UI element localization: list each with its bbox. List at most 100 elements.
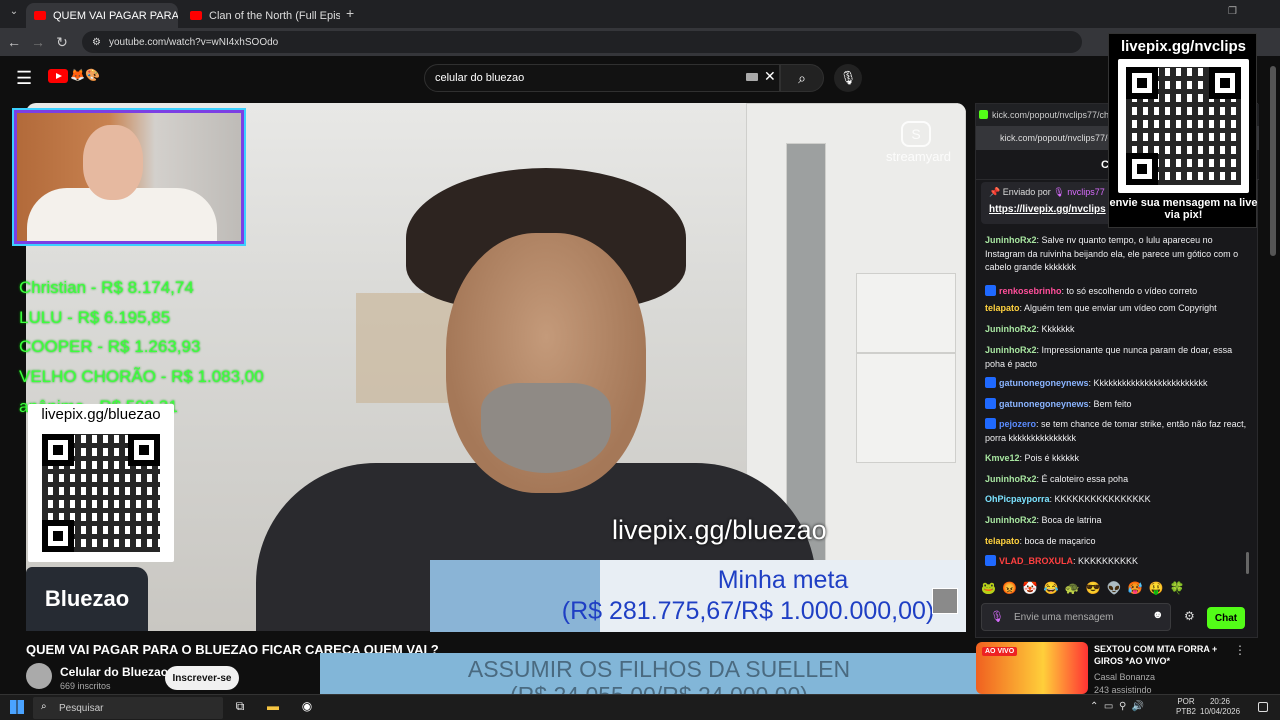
emote-icon[interactable]: 🤡 — [1023, 581, 1038, 597]
start-button[interactable] — [10, 700, 24, 714]
chat-text: : Kkkkkkkkkkkkkkkkkkkkkkkkk — [1088, 378, 1208, 388]
taskbar-search-placeholder: Pesquisar — [59, 702, 104, 714]
streamyard-watermark: S streamyard — [886, 121, 951, 164]
notification-icon[interactable] — [1258, 702, 1268, 712]
channel-name[interactable]: Celular do Bluezao — [60, 665, 168, 679]
search-value: celular do bluezao — [435, 72, 525, 84]
task-view-icon[interactable]: ⧉ — [231, 699, 249, 715]
chat-message: Kmve12: Pois é kkkkkk — [985, 452, 1247, 466]
goal-thumbnail — [932, 588, 958, 614]
chat-scrollbar[interactable] — [1246, 552, 1249, 574]
menu-icon[interactable]: ☰ — [16, 68, 32, 89]
site-info-icon[interactable]: ⚙ — [92, 37, 101, 48]
emote-icon[interactable]: 👽 — [1107, 581, 1122, 597]
subscribe-button[interactable]: Inscrever-se — [165, 666, 239, 690]
youtube-favicon-icon — [34, 11, 46, 20]
chat-username[interactable]: telapato — [985, 303, 1020, 313]
chat-message: OhPicpayporra: KKKKKKKKKKKKKKKK — [985, 493, 1247, 507]
browser-tab-bar: ⌄ QUEM VAI PAGAR PARA O B ✕ Clan of the … — [0, 0, 1280, 28]
file-explorer-icon[interactable]: ▬ — [264, 699, 282, 715]
donation-entry: LULU - R$ 6.195,85 — [19, 308, 171, 327]
emoji-picker-icon[interactable]: ☻ — [1152, 609, 1164, 621]
chat-message: gatunonegoneynews: Kkkkkkkkkkkkkkkkkkkkk… — [985, 377, 1247, 391]
recommended-title[interactable]: SEXTOU COM MTA FORRA + GIROS *AO VIVO* — [1094, 643, 1224, 667]
channel-avatar[interactable] — [26, 663, 52, 689]
emote-icon[interactable]: 🥵 — [1128, 581, 1143, 597]
forward-icon[interactable]: → — [26, 34, 50, 50]
emote-icon[interactable]: 🐢 — [1065, 581, 1080, 597]
window-restore-icon[interactable]: ❐ — [1228, 6, 1237, 17]
streamer-name-card: Bluezao — [26, 567, 148, 631]
chat-username[interactable]: Kmve12 — [985, 453, 1020, 463]
language-indicator[interactable]: POR PTB2 — [1176, 697, 1196, 717]
more-options-icon[interactable]: ⋮ — [1234, 643, 1246, 657]
qr-finder — [1209, 67, 1241, 99]
chat-message: JuninhoRx2: Boca de latrina — [985, 514, 1247, 528]
url-bar[interactable]: ⚙ youtube.com/watch?v=wNI4xhSOOdo — [82, 31, 1082, 53]
system-tray[interactable]: ⌃ ▭ ⚲ 🔊 — [1090, 701, 1144, 712]
page-scrollbar[interactable] — [1270, 66, 1276, 256]
chat-settings-icon[interactable]: ⚙ — [1184, 609, 1195, 623]
chat-text: : Boca de latrina — [1036, 515, 1102, 525]
emote-icon[interactable]: 🤑 — [1149, 581, 1164, 597]
reload-icon[interactable]: ↻ — [50, 34, 74, 51]
chat-username[interactable]: gatunonegoneynews — [999, 399, 1089, 409]
search-icon: ⌕ — [41, 701, 47, 712]
qr-card-caption: envie sua mensagem na live via pix! — [1109, 197, 1258, 221]
chat-username[interactable]: telapato — [985, 536, 1020, 546]
search-input[interactable]: celular do bluezao — [424, 64, 780, 92]
chat-text: : boca de maçarico — [1019, 536, 1096, 546]
search-icon: ⌕ — [798, 69, 806, 86]
search-button[interactable]: ⌕ — [780, 64, 824, 92]
chat-username[interactable]: gatunonegoneynews — [999, 378, 1089, 388]
user-badge-icon — [985, 377, 996, 388]
chat-message: telapato: Alguém tem que enviar um vídeo… — [985, 302, 1247, 316]
chat-username[interactable]: VLAD_BROXULA — [999, 556, 1073, 566]
chat-username[interactable]: OhPicpayporra — [985, 494, 1050, 504]
new-tab-button[interactable]: + — [346, 5, 354, 21]
chat-username[interactable]: JuninhoRx2 — [985, 235, 1037, 245]
back-icon[interactable]: ← — [2, 34, 26, 50]
user-badge-icon — [985, 398, 996, 409]
emote-icon[interactable]: 😎 — [1086, 581, 1101, 597]
emote-icon[interactable]: 🍀 — [1170, 581, 1185, 597]
taskbar-clock[interactable]: 20:26 10/04/2026 — [1200, 697, 1240, 717]
user-badge-icon: 🎙 — [990, 611, 1004, 623]
keyboard-icon[interactable] — [746, 73, 758, 81]
webcam-overlay — [14, 110, 244, 244]
chrome-icon[interactable]: ◉ — [298, 699, 316, 715]
emote-icon[interactable]: 😂 — [1044, 581, 1059, 597]
tab-clan-of-the-north[interactable]: Clan of the North (Full Episode) ✕ — [182, 3, 340, 28]
chat-username[interactable]: JuninhoRx2 — [985, 474, 1037, 484]
chat-username[interactable]: renkosebrinho — [999, 286, 1062, 296]
recommended-channel[interactable]: Casal Bonanza — [1094, 672, 1155, 682]
chat-username[interactable]: JuninhoRx2 — [985, 515, 1037, 525]
user-badge-icon — [985, 555, 996, 566]
clear-search-icon[interactable]: ✕ — [764, 68, 776, 85]
url-text: youtube.com/watch?v=wNI4xhSOOdo — [108, 36, 279, 48]
emote-icon[interactable]: 🐸 — [981, 581, 996, 597]
tab-youtube[interactable]: QUEM VAI PAGAR PARA O B ✕ — [26, 3, 178, 28]
chat-message-input[interactable]: Envie uma mensagem — [981, 603, 1171, 631]
browser-toolbar: ← → ↻ ⚙ youtube.com/watch?v=wNI4xhSOOdo — [0, 28, 1280, 56]
qr-label: livepix.gg/bluezao — [41, 406, 161, 423]
tab-search-icon[interactable]: ⌄ — [2, 6, 26, 17]
chat-username[interactable]: pejozero — [999, 419, 1036, 429]
user-badge-icon — [985, 285, 996, 296]
qr-finder — [1126, 153, 1158, 185]
youtube-doodle-icon[interactable]: 🦊🎨 — [70, 68, 100, 82]
kick-favicon-icon — [979, 110, 988, 119]
pinned-user[interactable]: nvclips77 — [1067, 187, 1105, 197]
emote-icon[interactable]: 😡 — [1002, 581, 1017, 597]
youtube-logo-icon[interactable] — [48, 69, 68, 83]
chat-username[interactable]: JuninhoRx2 — [985, 345, 1037, 355]
nvclips-qr-card: livepix.gg/nvclips envie sua mensagem na… — [1108, 33, 1257, 228]
voice-search-button[interactable]: 🎙 — [834, 64, 862, 92]
chat-message: JuninhoRx2: Impressionante que nunca par… — [985, 344, 1247, 371]
chat-username[interactable]: JuninhoRx2 — [985, 324, 1037, 334]
taskbar-search[interactable]: Pesquisar — [33, 697, 223, 719]
chat-message: renkosebrinho: to só escolhendo o vídeo … — [985, 285, 1247, 299]
chat-message: JuninhoRx2: É caloteiro essa poha — [985, 473, 1247, 487]
chat-text: : KKKKKKKKKK — [1073, 556, 1139, 566]
send-chat-button[interactable]: Chat — [1207, 607, 1245, 629]
